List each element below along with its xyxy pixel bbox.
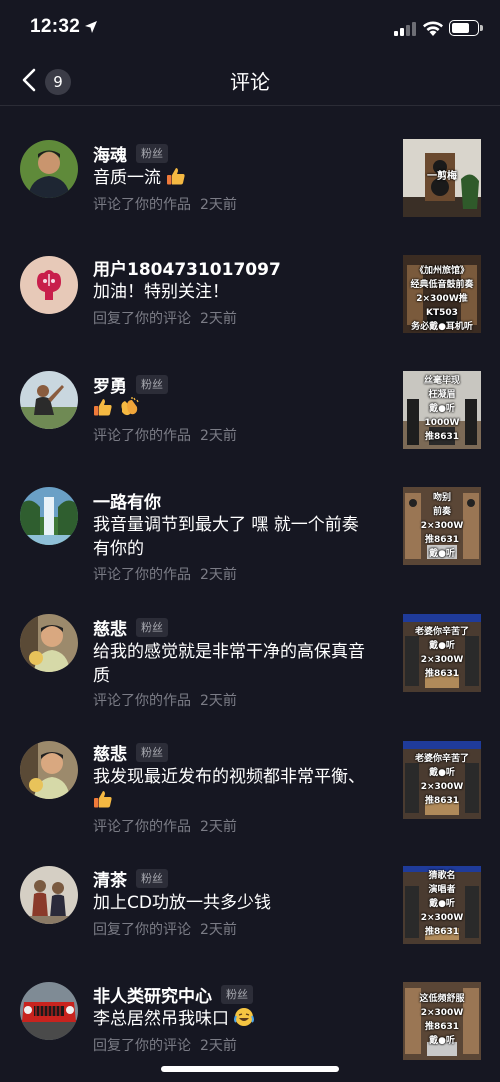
avatar[interactable] xyxy=(20,140,78,198)
comment-item[interactable]: 非人类研究中心 粉丝 李总居然吊我味口 回复了你的评论 2天前 这低频舒服 2×… xyxy=(0,949,500,1065)
video-thumbnail[interactable]: 这低频舒服 2×300W 推8631 戴●听 xyxy=(403,982,481,1060)
avatar[interactable] xyxy=(20,866,78,924)
comment-meta: 回复了你的评论 2天前 xyxy=(93,308,237,328)
thumbnail-caption: 一剪梅 xyxy=(427,171,457,182)
comment-text: 给我的感觉就是非常干净的高保真音质 xyxy=(93,642,365,686)
video-thumbnail[interactable]: 猜歌名 演唱者 戴●听 2×300W 推8631 xyxy=(403,866,481,944)
thumbnail-caption: 猜歌名 演唱者 戴●听 2×300W 推8631 xyxy=(420,871,464,937)
time-ago: 2天前 xyxy=(200,311,237,327)
name-row: 一路有你 xyxy=(93,488,161,513)
thumbnail-caption: 《加州旅馆》 经典低音鼓前奏 2×300W推KT503 务必戴●耳机听 xyxy=(410,266,474,332)
comment-item[interactable]: 罗勇 粉丝 评论了你的作品 2天前 丝毫毕现 枉凝眉 戴●听 1000W 推86… xyxy=(0,338,500,454)
battery-cap xyxy=(480,25,483,31)
action-text: 评论了你的作品 xyxy=(93,693,191,709)
page-title: 评论 xyxy=(230,70,270,94)
user-name[interactable]: 海魂 xyxy=(93,141,127,166)
comment-item[interactable]: 清茶 粉丝 加上CD功放一共多少钱 回复了你的评论 2天前 猜歌名 演唱者 戴●听 2×… xyxy=(0,833,500,949)
battery-icon xyxy=(449,20,479,36)
name-row: 清茶 粉丝 xyxy=(93,866,168,891)
wifi-icon xyxy=(423,21,443,36)
comment-text: 音质一流 xyxy=(93,166,375,190)
avatar[interactable] xyxy=(20,371,78,429)
thumbs-up-emoji-icon xyxy=(167,168,186,185)
action-text: 评论了你的作品 xyxy=(93,428,191,444)
video-thumbnail[interactable]: 吻别 前奏 2×300W 推8631 戴●听 xyxy=(403,487,481,565)
clapping-hands-emoji-icon xyxy=(121,397,139,416)
name-row: 慈悲 粉丝 xyxy=(93,615,168,640)
user-name[interactable]: 用户1804731017097 xyxy=(93,255,281,280)
video-thumbnail[interactable]: 一剪梅 xyxy=(403,139,481,217)
user-name[interactable]: 慈悲 xyxy=(93,615,127,640)
nav-bar: 9 评论 xyxy=(0,56,500,106)
thumbs-up-emoji-icon xyxy=(94,399,112,416)
comment-item[interactable]: 一路有你 我音量调节到最大了 嘿 就一个前奏 有你的 评论了你的作品 2天前 吻别… xyxy=(0,454,500,583)
comment-meta: 回复了你的评论 2天前 xyxy=(93,1035,237,1055)
comment-item[interactable]: 用户1804731017097 加油！特别关注！ 回复了你的评论 2天前 《加州旅… xyxy=(0,223,500,338)
comment-meta: 回复了你的评论 2天前 xyxy=(93,919,237,939)
video-thumbnail[interactable]: 丝毫毕现 枉凝眉 戴●听 1000W 推8631 xyxy=(403,371,481,449)
action-text: 回复了你的评论 xyxy=(93,1038,191,1054)
thumbs-up-emoji-icon xyxy=(94,791,112,808)
comment-text: 加上CD功放一共多少钱 xyxy=(93,893,271,913)
thumbnail-caption: 老婆你辛苦了 戴●听 2×300W 推8631 xyxy=(414,627,469,679)
comment-item[interactable]: 海魂 粉丝 音质一流 评论了你的作品 2天前 一剪梅 xyxy=(0,107,500,223)
home-indicator[interactable] xyxy=(161,1066,339,1072)
name-row: 非人类研究中心 粉丝 xyxy=(93,982,253,1007)
thumbnail-caption: 吻别 前奏 2×300W 推8631 戴●听 xyxy=(420,493,464,559)
comment-meta: 评论了你的作品 2天前 xyxy=(93,690,237,710)
time-ago: 2天前 xyxy=(200,1038,237,1054)
user-name[interactable]: 清茶 xyxy=(93,866,127,891)
fan-tag: 粉丝 xyxy=(136,375,168,394)
comment-text xyxy=(93,397,375,421)
comment-text: 李总居然吊我味口 xyxy=(93,1007,375,1031)
video-thumbnail[interactable]: 老婆你辛苦了 戴●听 2×300W 推8631 xyxy=(403,741,481,819)
fan-tag: 粉丝 xyxy=(136,144,168,163)
name-row: 慈悲 粉丝 xyxy=(93,740,168,765)
avatar[interactable] xyxy=(20,741,78,799)
user-name[interactable]: 一路有你 xyxy=(93,488,161,513)
time-ago: 2天前 xyxy=(200,197,237,213)
avatar[interactable] xyxy=(20,614,78,672)
name-row: 用户1804731017097 xyxy=(93,255,281,280)
comment-meta: 评论了你的作品 2天前 xyxy=(93,194,237,214)
avatar[interactable] xyxy=(20,982,78,1040)
comment-item[interactable]: 慈悲 粉丝 给我的感觉就是非常干净的高保真音质 评论了你的作品 2天前 老婆你辛苦… xyxy=(0,581,500,710)
name-row: 海魂 粉丝 xyxy=(93,141,168,166)
time-ago: 2天前 xyxy=(200,693,237,709)
avatar[interactable] xyxy=(20,256,78,314)
laughing-tears-emoji-icon xyxy=(234,1008,255,1026)
comment-item[interactable]: 慈悲 粉丝 我发现最近发布的视频都非常平衡、 评论了你的作品 2天前 老婆你辛苦了… xyxy=(0,708,500,835)
fan-tag: 粉丝 xyxy=(221,985,253,1004)
location-arrow-icon xyxy=(85,21,97,33)
action-text: 评论了你的作品 xyxy=(93,197,191,213)
action-text: 回复了你的评论 xyxy=(93,922,191,938)
action-text: 回复了你的评论 xyxy=(93,311,191,327)
thumbnail-caption: 这低频舒服 2×300W 推8631 戴●听 xyxy=(419,994,465,1046)
avatar[interactable] xyxy=(20,487,78,545)
time-ago: 2天前 xyxy=(200,922,237,938)
user-name[interactable]: 罗勇 xyxy=(93,372,127,397)
user-name[interactable]: 慈悲 xyxy=(93,740,127,765)
comment-text: 我音量调节到最大了 嘿 就一个前奏 有你的 xyxy=(93,515,359,559)
user-name[interactable]: 非人类研究中心 xyxy=(93,982,212,1007)
time-ago: 2天前 xyxy=(200,428,237,444)
status-time: 12:32 xyxy=(30,16,81,37)
fan-tag: 粉丝 xyxy=(136,869,168,888)
comment-list: 海魂 粉丝 音质一流 评论了你的作品 2天前 一剪梅 用户18047310170… xyxy=(0,107,500,1065)
signal-icon xyxy=(394,22,416,36)
comment-meta: 评论了你的作品 2天前 xyxy=(93,425,237,445)
fan-tag: 粉丝 xyxy=(136,618,168,637)
comment-text: 加油！特别关注！ xyxy=(93,282,229,302)
status-bar: 12:32 xyxy=(0,0,500,56)
video-thumbnail[interactable]: 《加州旅馆》 经典低音鼓前奏 2×300W推KT503 务必戴●耳机听 xyxy=(403,255,481,333)
thumbnail-caption: 老婆你辛苦了 戴●听 2×300W 推8631 xyxy=(414,754,469,806)
video-thumbnail[interactable]: 老婆你辛苦了 戴●听 2×300W 推8631 xyxy=(403,614,481,692)
name-row: 罗勇 粉丝 xyxy=(93,372,168,397)
fan-tag: 粉丝 xyxy=(136,743,168,762)
comment-text: 我发现最近发布的视频都非常平衡、 xyxy=(93,765,375,813)
thumbnail-caption: 丝毫毕现 枉凝眉 戴●听 1000W 推8631 xyxy=(423,376,460,442)
